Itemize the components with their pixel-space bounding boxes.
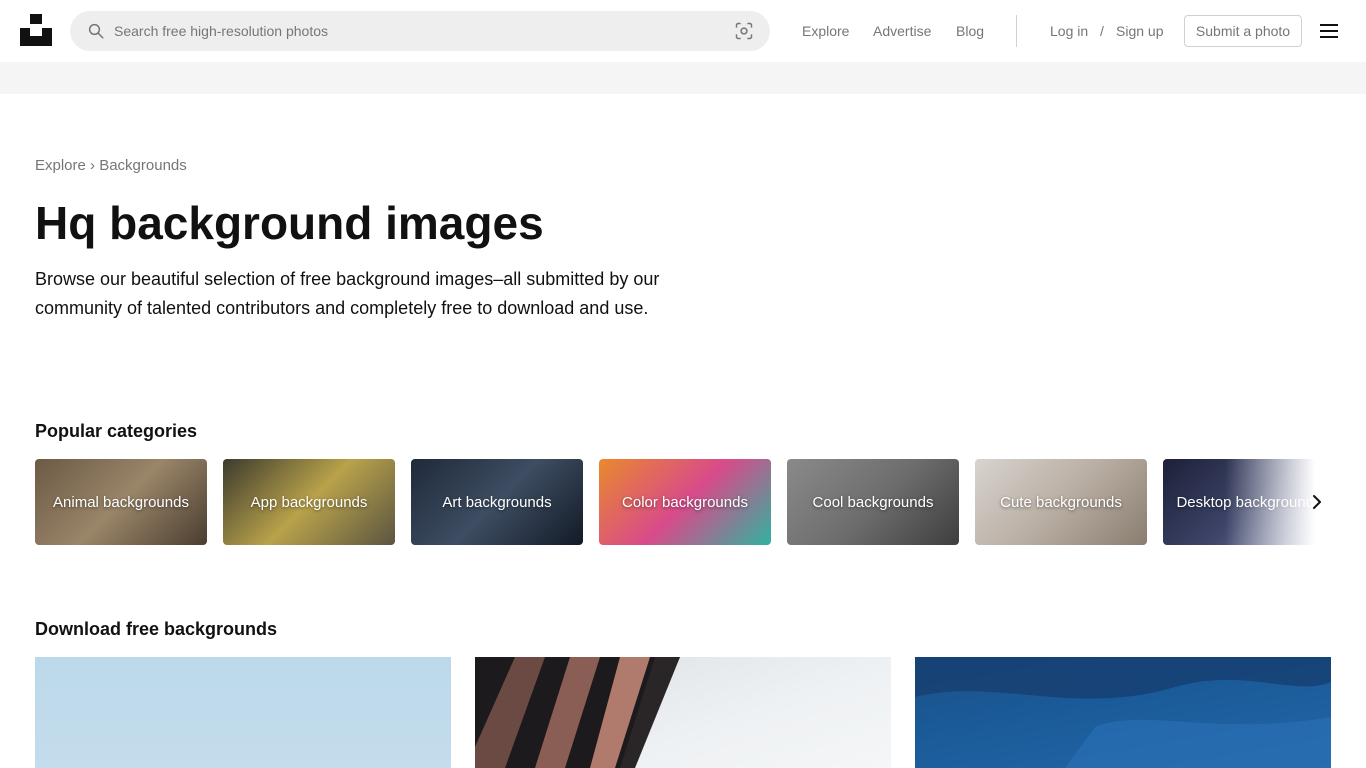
search-input[interactable]	[114, 11, 714, 51]
breadcrumb: Explore › Backgrounds	[35, 157, 187, 174]
signup-link[interactable]: Sign up	[1116, 0, 1163, 62]
search-bar[interactable]	[70, 11, 770, 51]
unsplash-logo-icon[interactable]	[20, 14, 52, 46]
page-description: Browse our beautiful selection of free b…	[35, 269, 660, 318]
popular-categories-heading: Popular categories	[35, 421, 198, 441]
nav-divider	[1016, 15, 1017, 47]
download-backgrounds-heading: Download free backgrounds	[35, 619, 278, 639]
nav-advertise-link[interactable]: Advertise	[873, 0, 931, 62]
breadcrumb-backgrounds-link[interactable]: Backgrounds	[99, 157, 187, 174]
top-navbar: Explore Advertise Blog Log in / Sign up …	[0, 0, 1366, 62]
visual-search-icon[interactable]	[734, 21, 754, 41]
nav-blog-link[interactable]: Blog	[956, 0, 984, 62]
category-card[interactable]: Animal backgrounds	[35, 459, 207, 545]
breadcrumb-explore-link[interactable]: Explore	[35, 157, 86, 174]
nav-explore-link[interactable]: Explore	[802, 0, 849, 62]
category-card[interactable]: Art backgrounds	[411, 459, 583, 545]
category-label: Art backgrounds	[442, 493, 552, 511]
category-label: Color backgrounds	[622, 493, 748, 511]
category-label: Cute backgrounds	[1000, 493, 1122, 511]
hamburger-menu-icon[interactable]	[1320, 24, 1340, 40]
photo-tile[interactable]	[35, 657, 451, 768]
category-card[interactable]: Cute backgrounds	[975, 459, 1147, 545]
promo-banner	[0, 62, 1366, 94]
category-card[interactable]: Color backgrounds	[599, 459, 771, 545]
architecture-photo-graphic	[475, 657, 680, 768]
photo-tile[interactable]	[915, 657, 1331, 768]
login-signup-separator: /	[1100, 23, 1104, 39]
category-label: Animal backgrounds	[53, 493, 189, 511]
photo-tile[interactable]	[475, 657, 891, 768]
category-carousel: Animal backgrounds App backgrounds Art b…	[35, 459, 1331, 545]
page-title: Hq background images	[35, 197, 544, 249]
sky-photo-graphic	[915, 657, 1331, 768]
search-icon[interactable]	[87, 22, 105, 40]
category-label: Cool backgrounds	[812, 493, 934, 511]
breadcrumb-separator: ›	[90, 157, 96, 174]
category-card[interactable]: App backgrounds	[223, 459, 395, 545]
carousel-next-chevron-icon[interactable]	[1310, 493, 1324, 511]
category-card[interactable]: Cool backgrounds	[787, 459, 959, 545]
login-link[interactable]: Log in	[1050, 0, 1088, 62]
submit-photo-button[interactable]: Submit a photo	[1184, 15, 1302, 47]
category-label: App backgrounds	[250, 493, 368, 511]
